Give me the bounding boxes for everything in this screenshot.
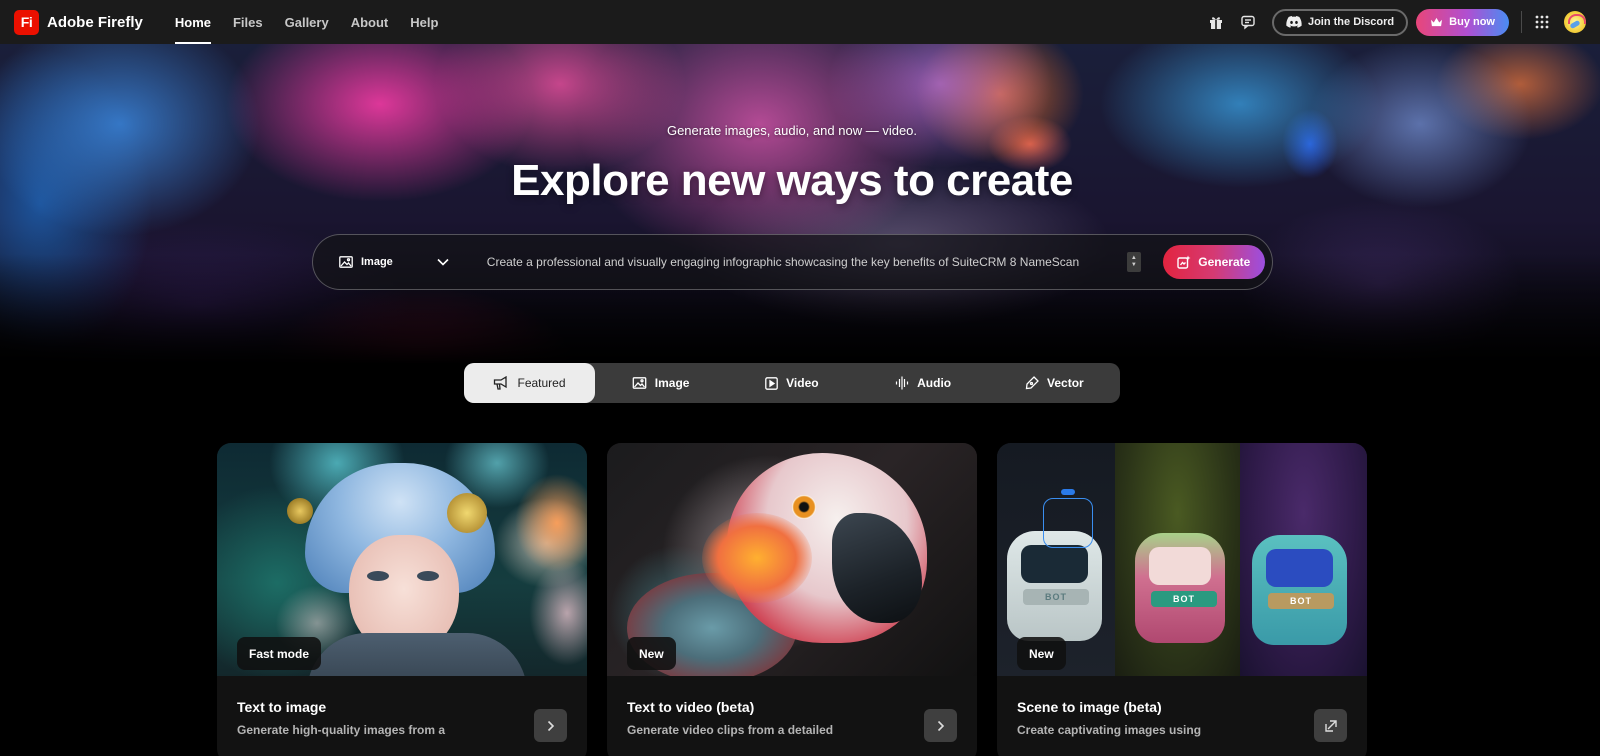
card-open-button[interactable] <box>534 709 567 742</box>
prompt-bar: Image ▲ ▼ Generate <box>312 234 1273 290</box>
gift-icon[interactable] <box>1204 10 1228 34</box>
join-discord-button[interactable]: Join the Discord <box>1271 8 1409 36</box>
generate-sparkle-icon <box>1177 255 1191 269</box>
generate-label: Generate <box>1198 255 1251 269</box>
main-nav: Home Files Gallery About Help <box>174 0 461 44</box>
tab-video-label: Video <box>786 376 819 390</box>
image-icon <box>339 256 353 268</box>
nav-about[interactable]: About <box>351 0 389 44</box>
card-title: Text to image <box>237 699 327 715</box>
card-scene-to-image[interactable]: BOT BOT BOT New Scene to image (beta) Cr… <box>997 443 1367 756</box>
tab-vector[interactable]: Vector <box>989 363 1120 403</box>
card-badge: Fast mode <box>237 637 322 670</box>
card-description: Create captivating images using <box>1017 723 1202 737</box>
discord-icon <box>1286 16 1302 28</box>
video-icon <box>765 376 778 390</box>
pen-icon <box>1025 376 1039 390</box>
card-text-to-image[interactable]: Fast mode Text to image Generate high-qu… <box>217 443 587 756</box>
stepper-up-icon: ▲ <box>1130 255 1137 261</box>
card-description: Generate high-quality images from a <box>237 723 446 737</box>
stepper-down-icon: ▼ <box>1130 262 1137 268</box>
content-type-label: Image <box>361 256 393 268</box>
tab-featured-label: Featured <box>517 376 566 390</box>
buy-now-label: Buy now <box>1449 16 1495 28</box>
brand[interactable]: Fi Adobe Firefly <box>14 9 143 35</box>
tab-image[interactable]: Image <box>595 363 726 403</box>
card-badge: New <box>1017 637 1066 670</box>
card-title: Scene to image (beta) <box>1017 699 1162 715</box>
open-external-icon <box>1324 719 1337 732</box>
tab-featured[interactable]: Featured <box>464 363 595 403</box>
prompt-input[interactable] <box>486 255 1087 269</box>
image-icon <box>632 377 647 389</box>
nav-files[interactable]: Files <box>233 0 263 44</box>
content-type-dropdown[interactable]: Image <box>339 256 449 268</box>
prompt-scroll-stepper[interactable]: ▲ ▼ <box>1126 252 1141 272</box>
tab-image-label: Image <box>654 376 690 390</box>
discord-label: Join the Discord <box>1307 16 1395 28</box>
apps-grid-icon[interactable] <box>1530 10 1554 34</box>
buy-now-button[interactable]: Buy now <box>1416 8 1509 36</box>
nav-help[interactable]: Help <box>410 0 438 44</box>
card-open-button[interactable] <box>924 709 957 742</box>
nav-home[interactable]: Home <box>174 0 212 44</box>
card-title: Text to video (beta) <box>627 699 755 715</box>
tab-audio-label: Audio <box>917 376 952 390</box>
generate-button[interactable]: Generate <box>1162 245 1265 279</box>
audio-waveform-icon <box>896 376 909 390</box>
firefly-logo: Fi <box>14 9 39 35</box>
card-badge: New <box>627 637 676 670</box>
nav-gallery[interactable]: Gallery <box>285 0 329 44</box>
card-description: Generate video clips from a detailed <box>627 723 834 737</box>
hero-title: Explore new ways to create <box>511 156 1073 205</box>
card-text-to-video[interactable]: New Text to video (beta) Generate video … <box>607 443 977 756</box>
hero-banner: Generate images, audio, and now — video.… <box>0 44 1600 364</box>
feedback-icon[interactable] <box>1236 10 1260 34</box>
chevron-down-icon <box>437 258 449 266</box>
app-name: Adobe Firefly <box>47 13 143 31</box>
nav-divider <box>1521 11 1522 33</box>
crown-icon <box>1431 17 1443 26</box>
card-open-button[interactable] <box>1314 709 1347 742</box>
megaphone-icon <box>494 376 508 390</box>
chevron-right-icon <box>937 720 944 731</box>
tab-audio[interactable]: Audio <box>858 363 989 403</box>
user-avatar[interactable] <box>1564 11 1586 33</box>
hero-subtitle: Generate images, audio, and now — video. <box>666 123 918 138</box>
category-tabs: Featured Image Video Audio Vector <box>464 363 1120 403</box>
tab-video[interactable]: Video <box>726 363 857 403</box>
top-nav: Fi Adobe Firefly Home Files Gallery Abou… <box>0 0 1600 44</box>
chevron-right-icon <box>547 720 554 731</box>
nav-actions: Join the Discord Buy now <box>1196 8 1586 36</box>
tab-vector-label: Vector <box>1047 376 1084 390</box>
